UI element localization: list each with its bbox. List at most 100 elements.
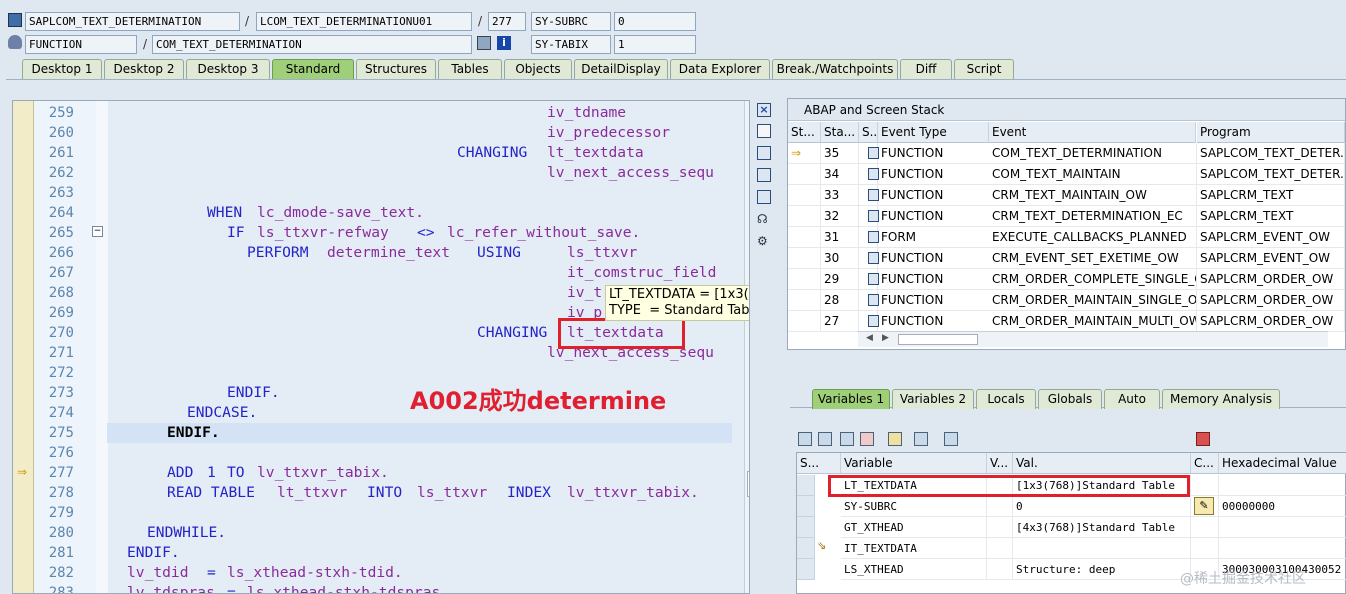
resize-icon[interactable] bbox=[757, 190, 771, 204]
stack-column-header[interactable]: Event Type bbox=[878, 122, 989, 143]
scroll-up-icon[interactable]: ▲ bbox=[749, 103, 750, 112]
tab-detaildisplay[interactable]: DetailDisplay bbox=[574, 59, 668, 79]
maximize-icon[interactable] bbox=[757, 168, 771, 182]
display-object-icon[interactable] bbox=[477, 36, 491, 50]
variable-name[interactable]: IT_TEXTDATA bbox=[841, 538, 987, 559]
row-selector[interactable] bbox=[797, 517, 815, 538]
variable-name[interactable]: LT_TEXTDATA bbox=[841, 475, 987, 496]
code-line: ADD 1 TO lv_ttxvr_tabix. bbox=[13, 463, 733, 483]
variables-column-header[interactable]: C... bbox=[1191, 453, 1219, 474]
row-selector[interactable] bbox=[797, 559, 815, 580]
stack-column-header[interactable]: Event bbox=[989, 122, 1196, 143]
stack-row[interactable]: 28 FUNCTION CRM_ORDER_MAINTAIN_SINGLE_OW SA… bbox=[788, 290, 1345, 311]
variables-column-header[interactable]: V... bbox=[987, 453, 1013, 474]
tab-tables[interactable]: Tables bbox=[438, 59, 502, 79]
stack-row[interactable]: 29 FUNCTION CRM_ORDER_COMPLETE_SINGLE_O...… bbox=[788, 269, 1345, 290]
scroll-down-icon[interactable]: ▼ bbox=[749, 129, 750, 138]
stack-row[interactable]: ⇒ 35 FUNCTION COM_TEXT_DETERMINATION SAPLCOM… bbox=[788, 143, 1345, 164]
sysfield-value-1[interactable]: 0 bbox=[614, 12, 696, 31]
stack-column-header[interactable]: St... bbox=[788, 122, 821, 143]
variables-column-header[interactable]: S... bbox=[797, 453, 841, 474]
stack-row[interactable]: 34 FUNCTION COM_TEXT_MAINTAIN SAPLCOM_TEXT_… bbox=[788, 164, 1345, 185]
delete-icon[interactable] bbox=[798, 432, 812, 446]
code-operator: = bbox=[207, 564, 216, 581]
variable-name[interactable]: LS_XTHEAD bbox=[841, 559, 987, 580]
tab-variables-1[interactable]: Variables 1 bbox=[812, 389, 890, 409]
tab-desktop-2[interactable]: Desktop 2 bbox=[104, 59, 184, 79]
swap-tool-icon[interactable] bbox=[757, 146, 771, 160]
tab-memory-analysis[interactable]: Memory Analysis bbox=[1162, 389, 1280, 409]
variable-value[interactable]: [4x3(768)]Standard Table bbox=[1013, 517, 1191, 538]
scroll-down-icon[interactable]: ▼ bbox=[749, 575, 750, 584]
tab-objects[interactable]: Objects bbox=[504, 59, 572, 79]
transfer-icon[interactable] bbox=[914, 432, 928, 446]
scroll-thumb[interactable] bbox=[747, 471, 749, 497]
editor-scrollbar[interactable]: ▲ ▼ ▼ bbox=[744, 101, 750, 593]
tab-globals[interactable]: Globals bbox=[1038, 389, 1102, 409]
export-icon[interactable] bbox=[840, 432, 854, 446]
variable-name[interactable]: SY-SUBRC bbox=[841, 496, 987, 517]
row-selector[interactable] bbox=[797, 475, 815, 496]
variables-column-header[interactable]: Val. bbox=[1013, 453, 1191, 474]
type-field[interactable]: FUNCTION bbox=[25, 35, 137, 54]
variables-column-header[interactable]: Hexadecimal Value bbox=[1219, 453, 1346, 474]
edit-pencil-icon[interactable]: ✎ bbox=[1194, 497, 1214, 515]
stack-row[interactable]: 27 FUNCTION CRM_ORDER_MAINTAIN_MULTI_OW SAP… bbox=[788, 311, 1345, 332]
stack-row[interactable]: 33 FUNCTION CRM_TEXT_MAINTAIN_OW SAPLCRM_TE… bbox=[788, 185, 1345, 206]
tab-desktop-3[interactable]: Desktop 3 bbox=[186, 59, 270, 79]
variable-row[interactable]: LT_TEXTDATA [1x3(768)]Standard Table bbox=[797, 475, 1346, 496]
tooltip-line: LT_TEXTDATA = [1x3(768)]Standard Table bbox=[609, 287, 749, 302]
variable-value[interactable] bbox=[1013, 538, 1191, 559]
stack-row[interactable]: 31 FORM EXECUTE_CALLBACKS_PLANNED SAPLCRM_E… bbox=[788, 227, 1345, 248]
stack-row[interactable]: 30 FUNCTION CRM_EVENT_SET_EXETIME_OW SAPLCR… bbox=[788, 248, 1345, 269]
open-folder-icon[interactable] bbox=[944, 432, 958, 446]
scroll-left-icon[interactable]: ◀ bbox=[866, 333, 873, 343]
tab-desktop-1[interactable]: Desktop 1 bbox=[22, 59, 102, 79]
tab-structures[interactable]: Structures bbox=[356, 59, 436, 79]
close-icon[interactable]: × bbox=[757, 103, 771, 117]
new-tool-icon[interactable] bbox=[757, 124, 771, 138]
variable-name[interactable]: GT_XTHEAD bbox=[841, 517, 987, 538]
save-variant-icon[interactable] bbox=[860, 432, 874, 446]
variable-value[interactable]: Structure: deep bbox=[1013, 559, 1191, 580]
tab-auto[interactable]: Auto bbox=[1104, 389, 1160, 409]
save-icon[interactable] bbox=[1196, 432, 1210, 446]
settings-icon[interactable]: ⚙ bbox=[757, 234, 771, 248]
name-field[interactable]: COM_TEXT_DETERMINATION bbox=[152, 35, 472, 54]
stack-row[interactable]: 32 FUNCTION CRM_TEXT_DETERMINATION_EC SAPLC… bbox=[788, 206, 1345, 227]
horizontal-scrollbar[interactable]: ◀ ▶ bbox=[858, 331, 1328, 347]
tab-diff[interactable]: Diff bbox=[900, 59, 952, 79]
variable-row[interactable]: GT_XTHEAD [4x3(768)]Standard Table bbox=[797, 517, 1346, 538]
code-text: iv_predecessor bbox=[547, 124, 671, 141]
tab-standard[interactable]: Standard bbox=[272, 59, 354, 79]
scroll-thumb[interactable] bbox=[898, 334, 978, 345]
services-icon[interactable]: ☊ bbox=[757, 212, 771, 226]
sysfield-value-2[interactable]: 1 bbox=[614, 35, 696, 54]
stack-column-header[interactable]: Program bbox=[1197, 122, 1345, 143]
tab-locals[interactable]: Locals bbox=[976, 389, 1036, 409]
variable-value[interactable]: 0 bbox=[1013, 496, 1191, 517]
stack-column-header[interactable]: S... bbox=[859, 122, 878, 143]
row-selector[interactable] bbox=[797, 538, 815, 559]
variable-row[interactable]: SY-SUBRC 0 00000000 bbox=[797, 496, 1346, 517]
variable-v-cell bbox=[987, 496, 1013, 517]
variable-tooltip: LT_TEXTDATA = [1x3(768)]Standard TableTY… bbox=[605, 285, 749, 321]
tab-script[interactable]: Script bbox=[954, 59, 1014, 79]
tab-variables-2[interactable]: Variables 2 bbox=[892, 389, 974, 409]
hierarchy-icon[interactable] bbox=[888, 432, 902, 446]
include-field[interactable]: LCOM_TEXT_DETERMINATIONU01 bbox=[256, 12, 472, 31]
variable-value[interactable]: [1x3(768)]Standard Table bbox=[1013, 475, 1191, 496]
source-code-editor[interactable]: 259 260 261 262 263 264 265 266 267 268 269 270 271 2… bbox=[12, 100, 750, 594]
variable-row[interactable]: IT_TEXTDATA bbox=[797, 538, 1346, 559]
program-field[interactable]: SAPLCOM_TEXT_DETERMINATION bbox=[25, 12, 240, 31]
stack-column-header[interactable]: Sta... bbox=[821, 122, 859, 143]
detail-icon[interactable] bbox=[818, 432, 832, 446]
info-icon[interactable]: i bbox=[497, 36, 511, 50]
scroll-right-icon[interactable]: ▶ bbox=[882, 333, 889, 343]
fold-toggle-icon[interactable]: − bbox=[92, 226, 103, 237]
row-selector[interactable] bbox=[797, 496, 815, 517]
tab-breakpoints[interactable]: Break./Watchpoints bbox=[772, 59, 898, 79]
variables-column-header[interactable]: Variable bbox=[841, 453, 987, 474]
line-field[interactable]: 277 bbox=[488, 12, 526, 31]
tab-data-explorer[interactable]: Data Explorer bbox=[670, 59, 770, 79]
